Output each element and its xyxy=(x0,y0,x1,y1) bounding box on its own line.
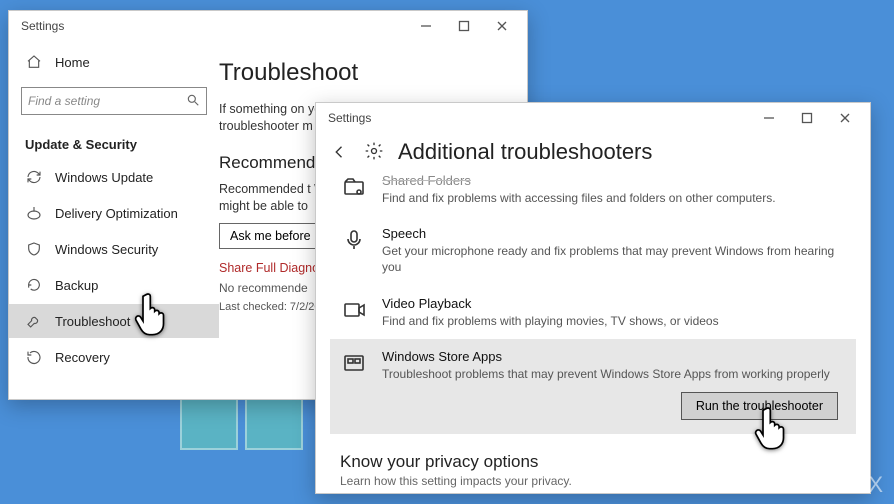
minimize-button[interactable] xyxy=(407,12,445,40)
window-title: Settings xyxy=(21,19,64,33)
search-placeholder: Find a setting xyxy=(28,94,100,108)
troubleshooter-title: Video Playback xyxy=(382,296,846,311)
microphone-icon xyxy=(340,226,368,254)
troubleshooter-desc: Find and fix problems with playing movie… xyxy=(382,313,846,329)
sidebar: Home Find a setting Update & Security Wi… xyxy=(9,41,219,399)
titlebar: Settings xyxy=(9,11,527,41)
sidebar-item-label: Windows Update xyxy=(55,170,153,185)
minimize-button[interactable] xyxy=(750,104,788,132)
close-button[interactable] xyxy=(483,12,521,40)
troubleshooter-shared-folders[interactable]: Shared Folders Find and fix problems wit… xyxy=(330,173,856,216)
page-title: Troubleshoot xyxy=(219,59,509,87)
sidebar-item-label: Troubleshoot xyxy=(55,314,130,329)
privacy-heading: Know your privacy options xyxy=(316,434,870,474)
sidebar-item-label: Backup xyxy=(55,278,98,293)
search-input[interactable]: Find a setting xyxy=(21,87,207,115)
sidebar-item-label: Recovery xyxy=(55,350,110,365)
backup-icon xyxy=(25,276,43,294)
back-button[interactable] xyxy=(330,142,350,162)
window-title: Settings xyxy=(328,111,371,125)
troubleshooter-desc: Get your microphone ready and fix proble… xyxy=(382,243,846,275)
troubleshooter-windows-store-apps[interactable]: Windows Store Apps Troubleshoot problems… xyxy=(330,339,856,434)
search-icon xyxy=(186,93,200,110)
sync-icon xyxy=(25,168,43,186)
maximize-button[interactable] xyxy=(445,12,483,40)
recovery-icon xyxy=(25,348,43,366)
titlebar: Settings xyxy=(316,103,870,133)
troubleshooter-speech[interactable]: Speech Get your microphone ready and fix… xyxy=(330,216,856,285)
troubleshooter-desc: Troubleshoot problems that may prevent W… xyxy=(382,366,846,382)
ask-button[interactable]: Ask me before xyxy=(219,223,322,249)
delivery-icon xyxy=(25,204,43,222)
sidebar-item-delivery-optimization[interactable]: Delivery Optimization xyxy=(9,196,219,230)
sidebar-item-troubleshoot[interactable]: Troubleshoot xyxy=(9,304,219,338)
troubleshooter-title: Windows Store Apps xyxy=(382,349,846,364)
troubleshooter-desc: Find and fix problems with accessing fil… xyxy=(382,190,846,206)
folder-share-icon xyxy=(340,173,368,201)
troubleshooter-list: Shared Folders Find and fix problems wit… xyxy=(316,173,870,434)
sidebar-item-backup[interactable]: Backup xyxy=(9,268,219,302)
shield-icon xyxy=(25,240,43,258)
sidebar-item-home[interactable]: Home xyxy=(9,45,219,79)
troubleshooter-video-playback[interactable]: Video Playback Find and fix problems wit… xyxy=(330,286,856,339)
home-icon xyxy=(25,53,43,71)
sidebar-item-label: Home xyxy=(55,55,90,70)
troubleshooter-title: Shared Folders xyxy=(382,173,846,188)
run-troubleshooter-button[interactable]: Run the troubleshooter xyxy=(681,392,838,420)
wrench-icon xyxy=(25,312,43,330)
additional-troubleshooters-window: Settings Additional troubleshooters Shar… xyxy=(315,102,871,494)
sidebar-section-label: Update & Security xyxy=(9,127,219,158)
sidebar-item-label: Windows Security xyxy=(55,242,158,257)
video-icon xyxy=(340,296,368,324)
maximize-button[interactable] xyxy=(788,104,826,132)
watermark: UGETEX xyxy=(788,472,884,498)
store-apps-icon xyxy=(340,349,368,377)
settings-gear-icon xyxy=(364,141,384,164)
troubleshooter-title: Speech xyxy=(382,226,846,241)
sidebar-item-windows-security[interactable]: Windows Security xyxy=(9,232,219,266)
sidebar-item-label: Delivery Optimization xyxy=(55,206,178,221)
close-button[interactable] xyxy=(826,104,864,132)
page-title: Additional troubleshooters xyxy=(398,139,652,165)
sidebar-item-recovery[interactable]: Recovery xyxy=(9,340,219,374)
sidebar-item-windows-update[interactable]: Windows Update xyxy=(9,160,219,194)
